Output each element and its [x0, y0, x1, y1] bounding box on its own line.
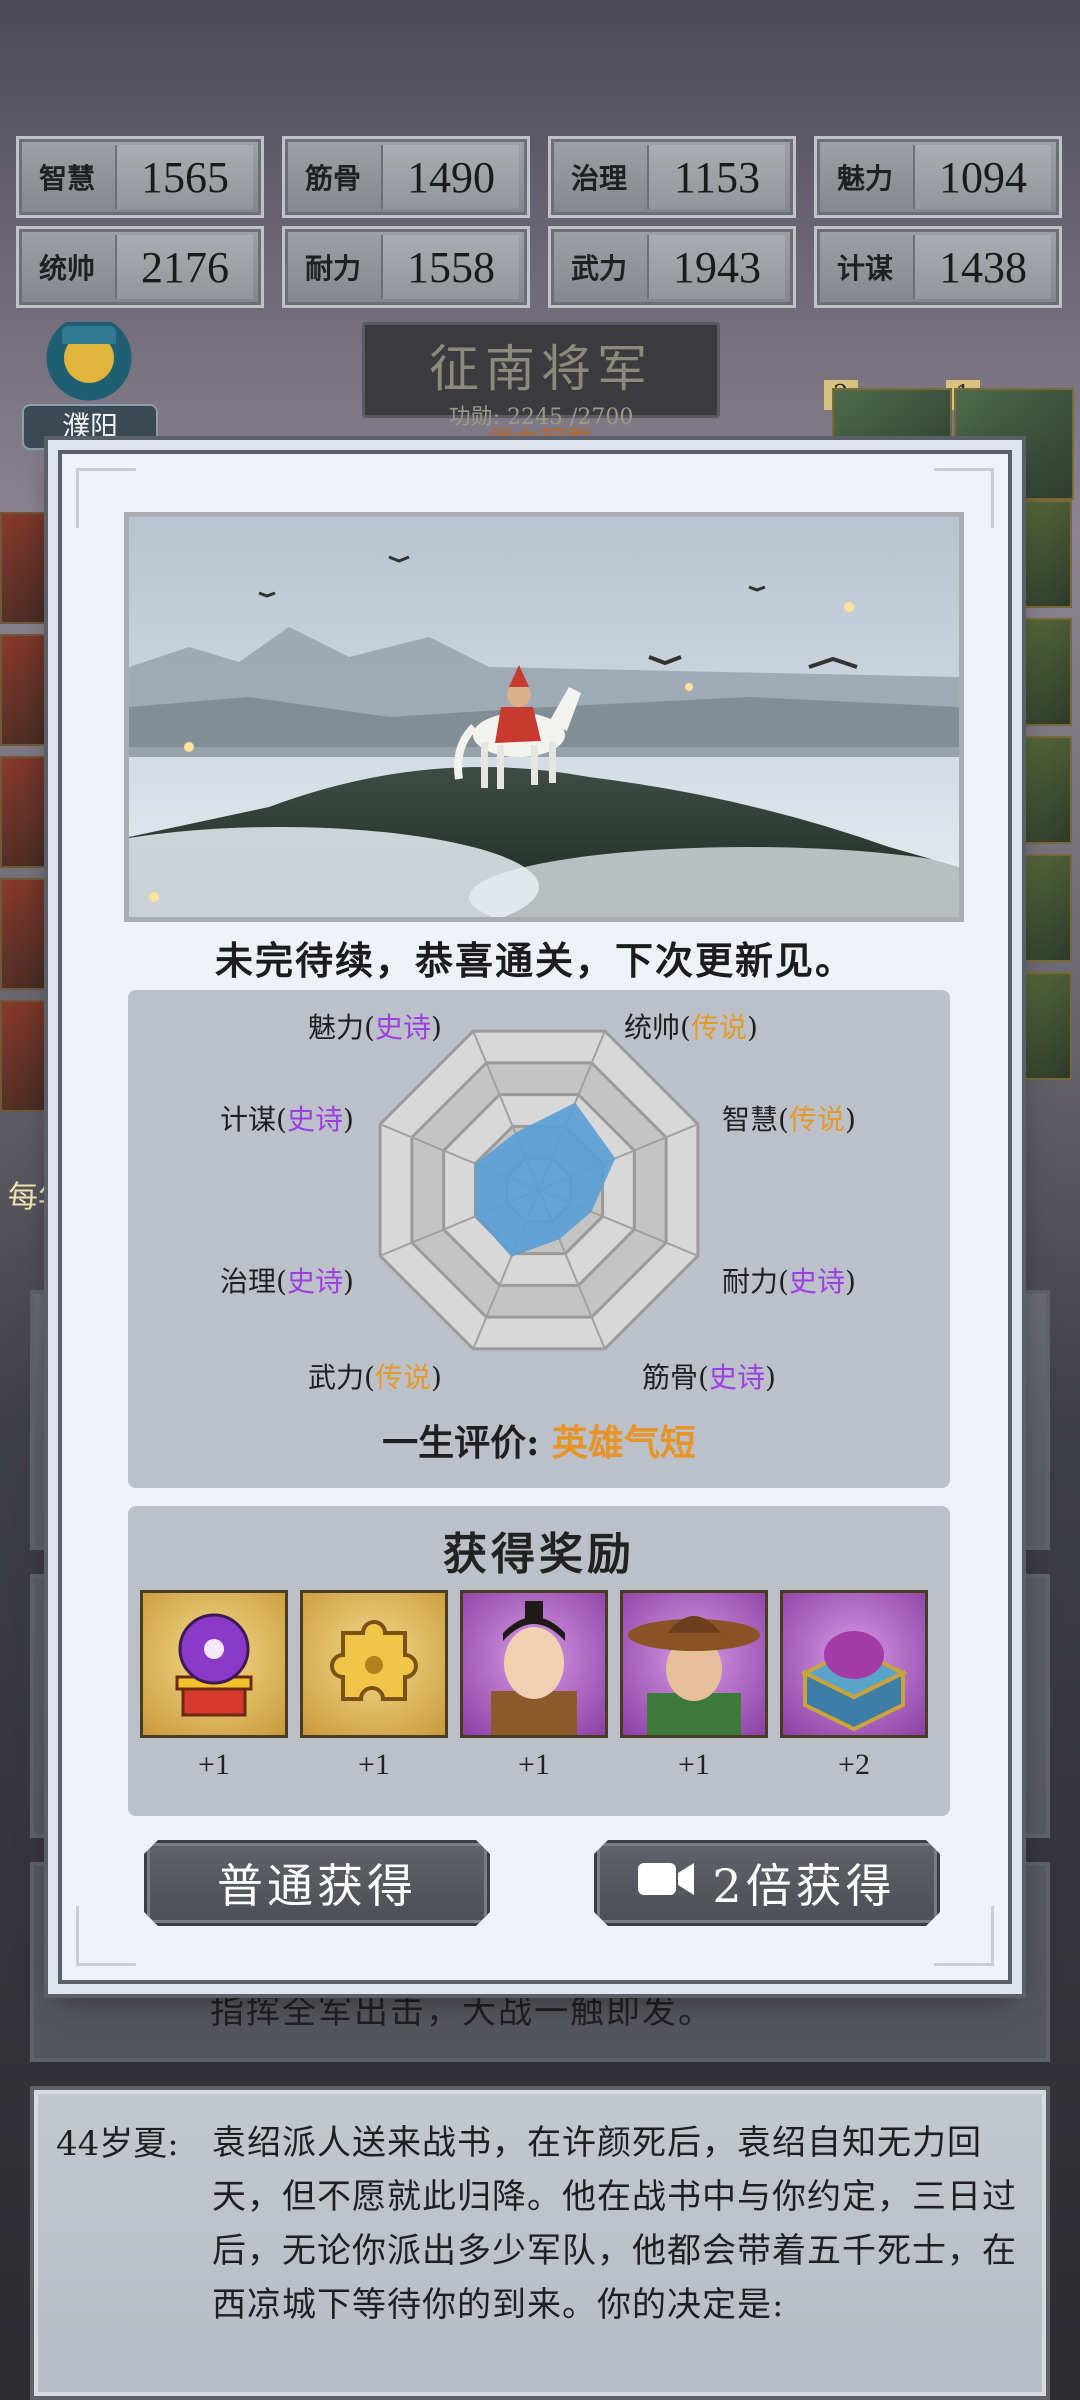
city-tower-icon — [44, 322, 134, 412]
event-line: 指挥全军出击，大战一触即发。 — [210, 1992, 714, 2032]
portrait[interactable] — [0, 1000, 62, 1112]
stat-label: 筋骨 — [304, 162, 361, 195]
right-portrait-column — [1010, 500, 1080, 1090]
double-claim-label: 2倍获得 — [712, 1859, 896, 1913]
stat-label: 治理 — [570, 162, 627, 195]
corner-ornament — [934, 1906, 994, 1966]
portrait[interactable] — [0, 756, 62, 868]
reward-count: +1 — [198, 1748, 230, 1781]
stat-physique: 筋骨 1490 — [282, 136, 530, 218]
attribute-radar-panel: 统帅(传说) 智慧(传说) 耐力(史诗) 筋骨(史诗) 武力(传说) 治理(史诗… — [128, 990, 950, 1488]
portrait[interactable] — [0, 512, 62, 624]
stat-command: 统帅 2176 — [16, 226, 264, 308]
stat-wisdom: 智慧 1565 — [16, 136, 264, 218]
completion-message: 未完待续，恭喜通关，下次更新见。 — [214, 938, 855, 983]
city-name: 濮阳 — [22, 404, 158, 450]
stat-label: 耐力 — [304, 252, 361, 285]
stat-endurance: 耐力 1558 — [282, 226, 530, 308]
life-eval-value: 英雄气短 — [551, 1422, 696, 1464]
hat-hero-portrait[interactable] — [620, 1590, 768, 1738]
rank-subtitle: 武力超群 — [487, 426, 592, 450]
stat-value: 2176 — [115, 235, 253, 299]
treasure-chest-icon[interactable] — [780, 1590, 928, 1738]
normal-claim-button[interactable]: 普通获得 — [144, 1840, 490, 1926]
ending-illustration — [124, 512, 964, 922]
stat-label: 武力 — [570, 252, 627, 285]
double-claim-button[interactable]: 2倍获得 — [594, 1840, 940, 1926]
radar-axis-strategy: 计谋(史诗) — [220, 1103, 354, 1136]
radar-axis-wisdom: 智慧(传说) — [722, 1103, 856, 1136]
reward-count: +2 — [838, 1748, 870, 1781]
portrait[interactable] — [1010, 618, 1072, 726]
stat-value: 1153 — [647, 145, 785, 209]
radar-axis-command: 统帅(传说) — [624, 1011, 758, 1044]
stat-value: 1438 — [913, 235, 1051, 299]
crystal-orb-icon[interactable] — [140, 1590, 288, 1738]
reward-title: 获得奖励 — [443, 1529, 635, 1580]
puzzle-piece-icon[interactable] — [300, 1590, 448, 1738]
stat-strategy: 计谋 1438 — [814, 226, 1062, 308]
radar-axis-charm: 魅力(史诗) — [308, 1011, 442, 1044]
stat-charm: 魅力 1094 — [814, 136, 1062, 218]
rider-landscape-image — [129, 517, 959, 917]
event-panel: 44岁夏: 袁绍派人送来战书，在许颜死后，袁绍自知无力回天，但不愿就此归降。他在… — [30, 2086, 1050, 2400]
portrait[interactable] — [1010, 736, 1072, 844]
completion-modal: 未完待续，恭喜通关，下次更新见。 统帅(传说) 智慧(传说) 耐力(史诗) 筋骨… — [58, 450, 1012, 1984]
normal-claim-label: 普通获得 — [217, 1859, 417, 1913]
attribute-radar-chart — [378, 1029, 700, 1351]
portrait[interactable] — [0, 878, 62, 990]
radar-axis-physique: 筋骨(史诗) — [642, 1361, 776, 1394]
stat-label: 魅力 — [836, 162, 893, 195]
portrait[interactable] — [1010, 854, 1072, 962]
reward-count: +1 — [358, 1748, 390, 1781]
stat-label: 智慧 — [38, 162, 95, 195]
video-camera-icon — [638, 1856, 694, 1910]
radar-axis-force: 武力(传说) — [308, 1361, 442, 1394]
stat-governance: 治理 1153 — [548, 136, 796, 218]
scholar-portrait[interactable] — [460, 1590, 608, 1738]
portrait[interactable] — [1010, 500, 1072, 608]
life-eval-label: 一生评价: — [382, 1422, 540, 1464]
stat-value: 1565 — [115, 145, 253, 209]
city-badge[interactable]: 濮阳 — [22, 322, 158, 470]
portrait[interactable] — [1010, 972, 1072, 1080]
event-text: 袁绍派人送来战书，在许颜死后，袁绍自知无力回天，但不愿就此归降。他在战书中与你约… — [212, 2123, 1017, 2325]
life-evaluation: 一生评价: 英雄气短 — [128, 1414, 950, 1466]
reward-panel: 获得奖励 +1 +1 +1 +1 +2 — [128, 1506, 950, 1816]
rank-title: 征南将军 — [429, 340, 653, 398]
stat-value: 1094 — [913, 145, 1051, 209]
stat-label: 计谋 — [836, 252, 893, 285]
stat-force: 武力 1943 — [548, 226, 796, 308]
stat-value: 1943 — [647, 235, 785, 299]
stat-value: 1490 — [381, 145, 519, 209]
event-age: 44岁夏: — [56, 2124, 179, 2164]
radar-axis-endurance: 耐力(史诗) — [722, 1265, 856, 1298]
stat-value: 1558 — [381, 235, 519, 299]
rank-banner: 征南将军 功勋: 2245 /2700 — [362, 322, 720, 430]
left-portrait-column — [0, 512, 62, 1122]
radar-axis-governance: 治理(史诗) — [220, 1265, 354, 1298]
corner-ornament — [76, 1906, 136, 1966]
portrait[interactable] — [0, 634, 62, 746]
reward-count: +1 — [518, 1748, 550, 1781]
stat-label: 统帅 — [38, 252, 95, 285]
reward-count: +1 — [678, 1748, 710, 1781]
